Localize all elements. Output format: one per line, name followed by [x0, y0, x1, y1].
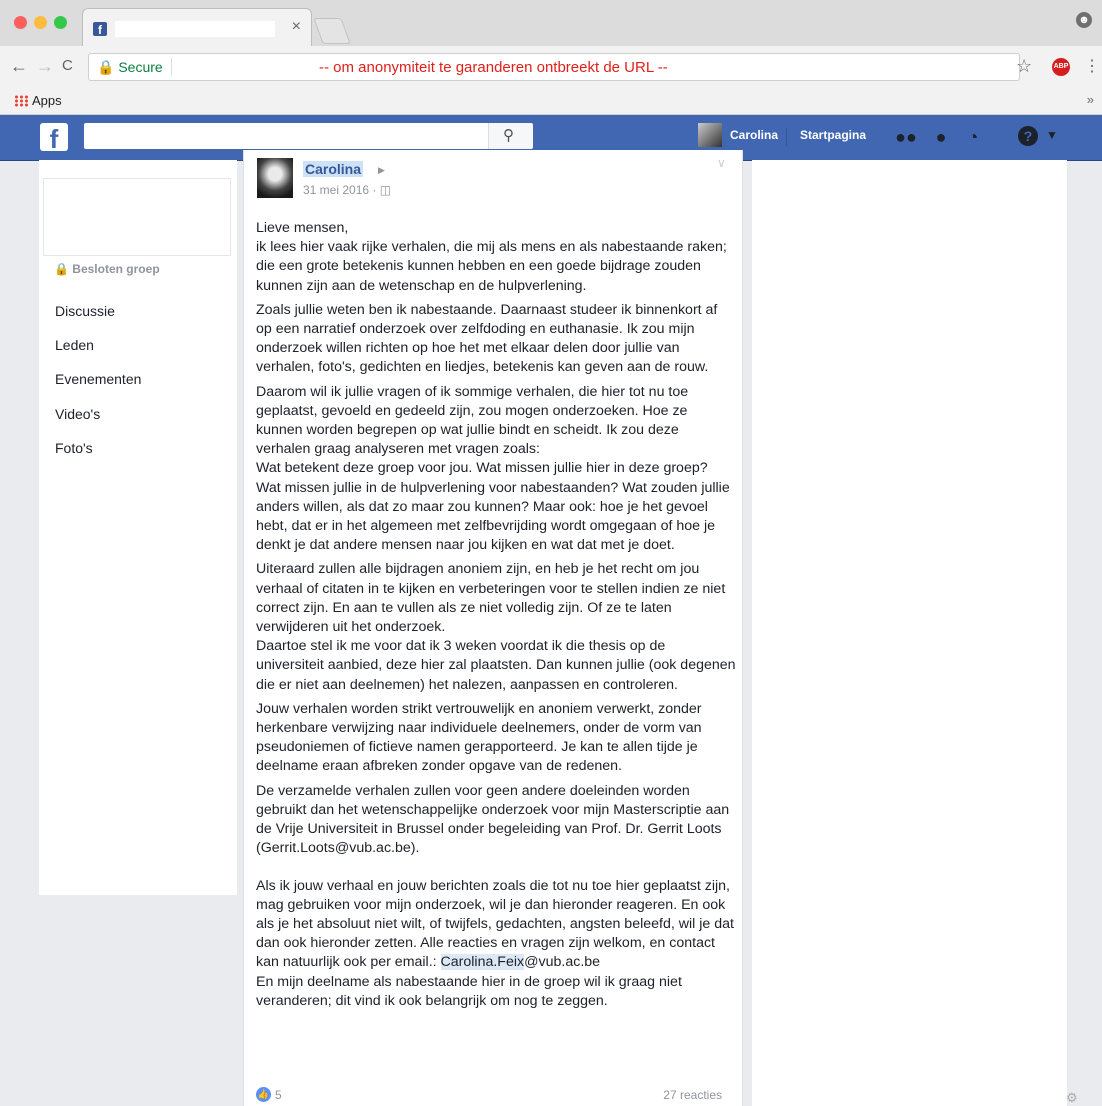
sidebar-item-evenementen[interactable]: Evenementen	[55, 371, 141, 387]
post-paragraph: Daarom wil ik jullie vragen of ik sommig…	[256, 383, 730, 554]
like-count[interactable]: 5	[275, 1088, 282, 1102]
sidebar-item-fotos[interactable]: Foto's	[55, 440, 93, 456]
close-window-button[interactable]	[14, 16, 27, 29]
browser-menu-icon[interactable]: ⋮	[1084, 56, 1100, 76]
settings-gear-icon[interactable]: ⚙	[1066, 1090, 1078, 1106]
post-paragraph: Als ik jouw verhaal en jouw berichten zo…	[256, 877, 736, 1011]
secure-divider	[171, 58, 172, 76]
group-sidebar: 🔒 Besloten groep Discussie Leden Eveneme…	[39, 160, 237, 895]
post-options-chevron-icon[interactable]: ∨	[717, 156, 726, 170]
tab-close-icon[interactable]: ×	[292, 18, 301, 36]
email-link[interactable]: Carolina.Feix	[440, 954, 525, 971]
tab-title	[115, 21, 275, 37]
post-date[interactable]: 31 mei 2016 · ◫	[303, 183, 391, 197]
avatar[interactable]	[257, 158, 293, 198]
browser-profile-icon[interactable]: ☻	[1076, 12, 1092, 28]
address-bar[interactable]: 🔒 Secure -- om anonymiteit te garanderen…	[88, 53, 1020, 81]
comments-count[interactable]: 27 reacties	[663, 1088, 722, 1102]
post-date-text: 31 mei 2016 ·	[303, 183, 377, 197]
reload-icon[interactable]: C	[62, 57, 73, 74]
lock-icon: 🔒	[97, 59, 115, 75]
lock-icon: 🔒	[54, 262, 69, 276]
help-icon[interactable]: ?	[1018, 126, 1038, 146]
group-post: Carolina ▶ 31 mei 2016 · ◫ ∨ Lieve mense…	[243, 150, 743, 1106]
account-menu-caret-icon[interactable]: ▼	[1046, 128, 1058, 142]
facebook-search-input[interactable]	[84, 123, 532, 149]
search-button[interactable]: ⚲	[488, 123, 533, 149]
address-note: -- om anonymiteit te garanderen ontbreek…	[319, 59, 668, 76]
audience-icon: ◫	[379, 183, 392, 197]
post-paragraph: Zoals jullie weten ben ik nabestaande. D…	[256, 301, 718, 376]
apps-bookmark[interactable]: Apps	[32, 93, 62, 108]
bookmarks-overflow-icon[interactable]: »	[1087, 92, 1094, 107]
sidebar-item-leden[interactable]: Leden	[55, 337, 94, 353]
maximize-window-button[interactable]	[54, 16, 67, 29]
browser-toolbar: ← → C 🔒 Secure -- om anonymiteit te gara…	[0, 46, 1102, 88]
like-reaction-icon[interactable]: 👍	[256, 1087, 271, 1102]
closing-after-text: En mijn deelname als nabestaande hier in…	[256, 973, 682, 1009]
post-author[interactable]: Carolina	[303, 161, 364, 177]
sidebar-item-discussie[interactable]: Discussie	[55, 303, 115, 319]
messenger-icon[interactable]: ●	[930, 126, 952, 148]
email-domain: @vub.ac.be	[524, 954, 601, 971]
secure-label: Secure	[118, 59, 163, 75]
post-paragraph: De verzamelde verhalen zullen voor geen …	[256, 782, 730, 857]
search-icon: ⚲	[503, 127, 514, 144]
post-body: Lieve mensen, ik lees hier vaak rijke ve…	[256, 219, 736, 1016]
bookmarks-bar: Apps »	[0, 88, 1102, 115]
apps-grid-icon[interactable]	[14, 95, 28, 107]
post-paragraph: Lieve mensen, ik lees hier vaak rijke ve…	[256, 220, 727, 294]
group-privacy: 🔒 Besloten groep	[54, 262, 160, 276]
bookmark-star-icon[interactable]: ☆	[1016, 56, 1032, 77]
secure-indicator[interactable]: 🔒 Secure	[97, 59, 163, 76]
back-icon[interactable]: ←	[10, 56, 28, 77]
adblock-plus-icon[interactable]: ABP	[1052, 58, 1070, 76]
notifications-globe-icon[interactable]: ◔	[962, 126, 984, 148]
home-link[interactable]: Startpagina	[800, 128, 866, 142]
post-arrow-icon: ▶	[378, 165, 385, 175]
group-cover-photo[interactable]	[43, 178, 231, 256]
header-divider	[786, 128, 787, 146]
browser-tab-bar: f × ☻	[0, 0, 1102, 47]
minimize-window-button[interactable]	[34, 16, 47, 29]
avatar[interactable]	[698, 123, 722, 147]
sidebar-item-videos[interactable]: Video's	[55, 406, 100, 422]
group-privacy-label: Besloten groep	[72, 262, 160, 276]
post-paragraph: Uiteraard zullen alle bijdragen anoniem …	[256, 561, 736, 693]
browser-tab[interactable]: f ×	[82, 8, 312, 47]
post-paragraph: Jouw verhalen worden strikt vertrouwelij…	[256, 700, 702, 775]
new-tab-button[interactable]	[313, 18, 351, 44]
profile-link[interactable]: Carolina	[730, 128, 778, 142]
forward-icon[interactable]: →	[36, 56, 54, 77]
friend-requests-icon[interactable]: ●●	[895, 126, 917, 148]
right-column	[752, 160, 1067, 1106]
facebook-logo[interactable]: f	[40, 123, 68, 154]
facebook-favicon-icon: f	[93, 22, 107, 37]
